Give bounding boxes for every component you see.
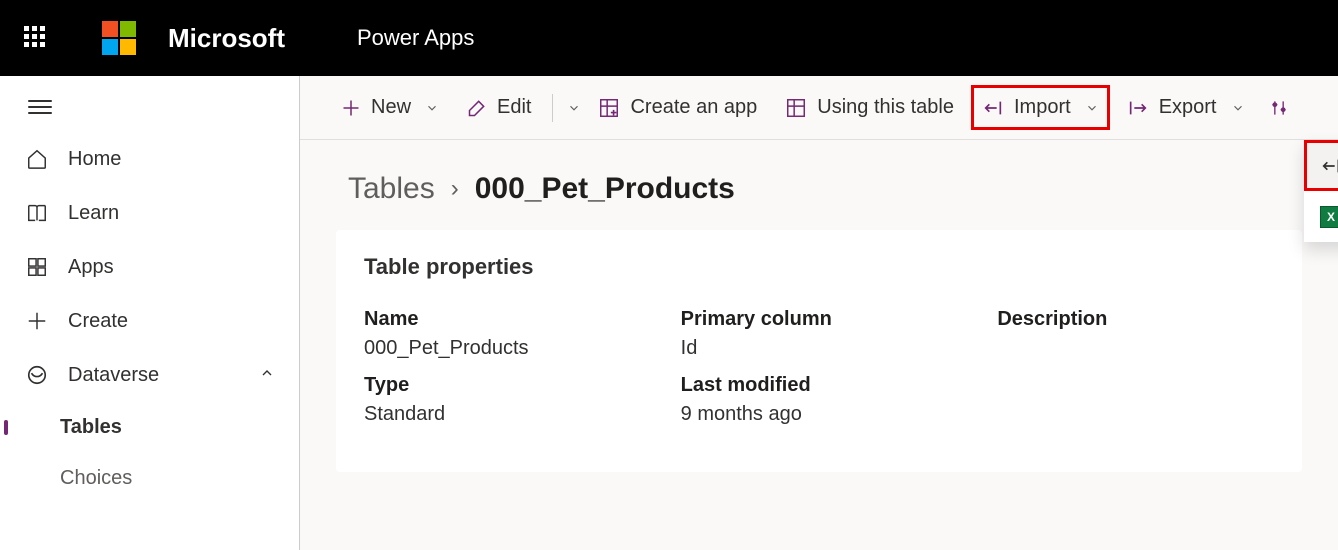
sidebar-item-home[interactable]: Home: [0, 132, 299, 186]
prop-label-primary: Primary column: [681, 308, 958, 331]
prop-label-name: Name: [364, 308, 641, 331]
sidebar-item-label: Create: [68, 310, 128, 333]
create-app-label: Create an app: [630, 96, 757, 119]
grid-icon: [24, 254, 50, 280]
import-arrow-icon: [1320, 155, 1338, 177]
import-label: Import: [1014, 96, 1071, 119]
microsoft-logo-icon: [102, 21, 136, 55]
new-button[interactable]: New: [330, 85, 450, 130]
sidebar-item-create[interactable]: Create: [0, 294, 299, 348]
sidebar-item-tables[interactable]: Tables: [0, 402, 299, 453]
breadcrumb: Tables › 000_Pet_Products: [300, 140, 1338, 230]
prop-value-primary: Id: [681, 337, 958, 360]
sidebar-item-label: Learn: [68, 202, 119, 225]
sidebar-item-learn[interactable]: Learn: [0, 186, 299, 240]
chevron-down-icon: [1085, 101, 1099, 115]
book-icon: [24, 200, 50, 226]
sidebar-item-label: Choices: [60, 467, 132, 490]
prop-label-type: Type: [364, 374, 641, 397]
excel-icon: X: [1320, 206, 1338, 228]
product-name[interactable]: Power Apps: [357, 25, 474, 51]
content-area: New Edit Create an app Using this table …: [300, 76, 1338, 550]
edit-button[interactable]: Edit: [456, 85, 542, 130]
prop-label-modified: Last modified: [681, 374, 958, 397]
command-bar: New Edit Create an app Using this table …: [300, 76, 1338, 140]
prop-value-name: 000_Pet_Products: [364, 337, 641, 360]
sidebar-item-choices[interactable]: Choices: [0, 453, 299, 504]
sidebar-item-dataverse[interactable]: Dataverse: [0, 348, 299, 402]
sidebar-item-label: Tables: [60, 416, 122, 439]
sidebar-item-label: Apps: [68, 256, 114, 279]
prop-value-modified: 9 months ago: [681, 403, 958, 426]
home-icon: [24, 146, 50, 172]
using-table-label: Using this table: [817, 96, 954, 119]
global-header: Microsoft Power Apps: [0, 0, 1338, 76]
export-label: Export: [1159, 96, 1217, 119]
chevron-down-icon[interactable]: [567, 101, 581, 115]
settings-button[interactable]: [1262, 87, 1296, 129]
chevron-down-icon: [1231, 101, 1245, 115]
prop-label-description: Description: [997, 308, 1274, 331]
import-menu: Import data X Import data from Excel: [1304, 140, 1338, 242]
sidebar-item-label: Home: [68, 148, 121, 171]
brand-text: Microsoft: [168, 23, 285, 54]
create-app-button[interactable]: Create an app: [587, 85, 768, 130]
edit-label: Edit: [497, 96, 531, 119]
breadcrumb-current: 000_Pet_Products: [475, 172, 735, 206]
sidebar-item-apps[interactable]: Apps: [0, 240, 299, 294]
plus-icon: [24, 308, 50, 334]
chevron-up-icon: [259, 364, 275, 387]
breadcrumb-parent[interactable]: Tables: [348, 172, 435, 206]
sidebar-item-label: Dataverse: [68, 364, 159, 387]
import-button[interactable]: Import: [971, 85, 1110, 130]
import-excel-menuitem[interactable]: X Import data from Excel: [1304, 191, 1338, 242]
sidebar: Home Learn Apps Create: [0, 76, 300, 550]
import-data-menuitem[interactable]: Import data: [1304, 140, 1338, 191]
chevron-down-icon: [425, 101, 439, 115]
hamburger-menu-icon[interactable]: [0, 82, 80, 124]
card-title: Table properties: [364, 254, 1274, 280]
new-label: New: [371, 96, 411, 119]
app-launcher-icon[interactable]: [24, 26, 48, 50]
chevron-right-icon: ›: [451, 175, 459, 203]
prop-value-type: Standard: [364, 403, 641, 426]
dataverse-icon: [24, 362, 50, 388]
table-properties-card: Table properties Name 000_Pet_Products T…: [336, 230, 1302, 472]
toolbar-divider: [552, 94, 553, 122]
export-button[interactable]: Export: [1116, 85, 1256, 130]
using-table-button[interactable]: Using this table: [774, 85, 965, 130]
